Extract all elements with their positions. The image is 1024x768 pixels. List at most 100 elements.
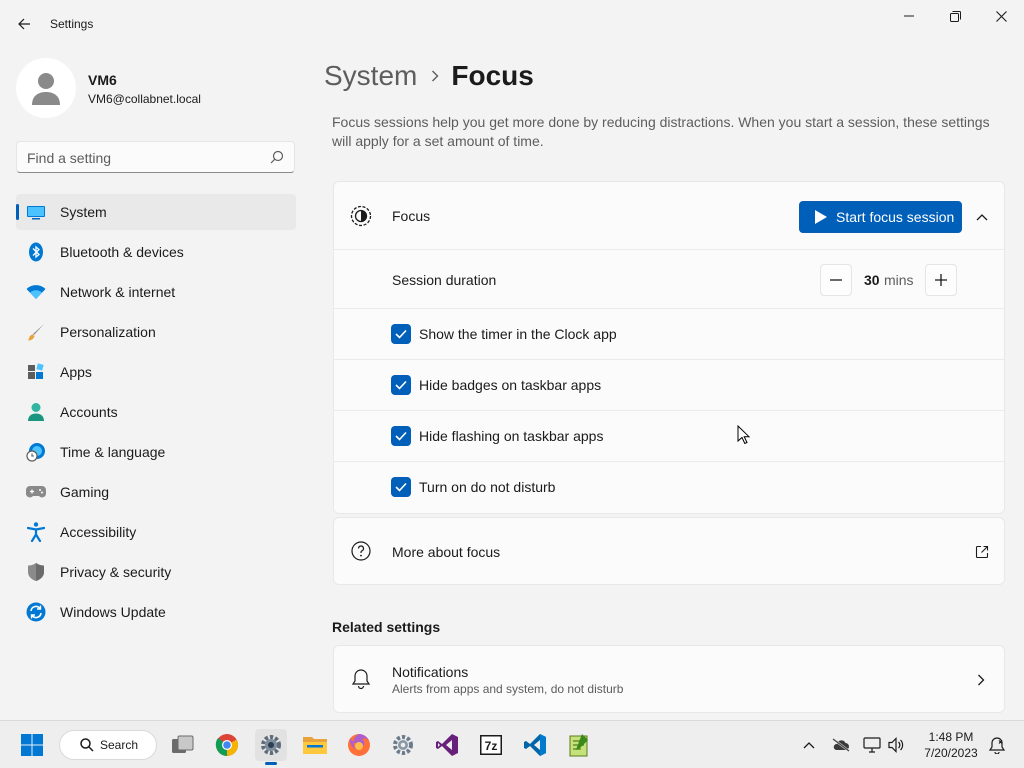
sidebar-item-label: Bluetooth & devices [60, 244, 184, 260]
show-timer-checkbox[interactable] [391, 324, 411, 344]
system-icon [26, 202, 46, 222]
sidebar-item-gaming[interactable]: Gaming [16, 474, 296, 510]
sidebar-item-windows-update[interactable]: Windows Update [16, 594, 296, 630]
user-icon [32, 73, 60, 105]
title-bar: Settings [0, 0, 1024, 48]
option-row-clock-timer: Show the timer in the Clock app [334, 309, 1004, 360]
back-arrow-icon [18, 18, 30, 30]
related-settings-heading: Related settings [332, 619, 441, 635]
file-explorer-button[interactable] [299, 729, 331, 761]
checkmark-icon [395, 329, 407, 339]
sidebar-item-accessibility[interactable]: Accessibility [16, 514, 296, 550]
minimize-button[interactable] [886, 0, 932, 32]
visual-studio-button[interactable] [431, 729, 463, 761]
sidebar-item-label: Apps [60, 364, 92, 380]
control-panel-button[interactable] [387, 729, 419, 761]
notifications-subtitle: Alerts from apps and system, do not dist… [392, 682, 624, 696]
sidebar-item-label: Accessibility [60, 524, 137, 540]
network-tray-button[interactable] [863, 736, 881, 754]
cloud-off-icon [832, 738, 850, 752]
mouse-cursor-icon [737, 425, 751, 445]
globe-clock-icon [26, 442, 46, 462]
sidebar-nav: System Bluetooth & devices Network & int… [16, 194, 296, 634]
session-duration-label: Session duration [392, 272, 497, 288]
notification-bell-off-icon [988, 737, 1006, 754]
taskbar-search[interactable]: Search [59, 730, 157, 760]
minimize-icon [904, 15, 914, 17]
sidebar-item-label: Time & language [60, 444, 166, 460]
play-icon [814, 209, 828, 225]
bell-icon [351, 669, 371, 690]
sidebar-item-personalization[interactable]: Personalization [16, 314, 296, 350]
settings-taskbar-button[interactable] [255, 729, 287, 765]
sidebar-item-apps[interactable]: Apps [16, 354, 296, 390]
windows-update-icon [26, 602, 46, 622]
task-view-button[interactable] [167, 729, 199, 761]
decrease-duration-button[interactable] [820, 264, 852, 296]
page-title: Focus [451, 60, 534, 91]
network-icon [863, 737, 881, 753]
search-icon [80, 738, 94, 752]
taskbar-clock[interactable]: 1:48 PM 7/20/2023 [915, 729, 987, 761]
collapse-button[interactable] [968, 206, 996, 228]
start-button[interactable] [16, 729, 48, 761]
chrome-icon [215, 734, 238, 756]
task-view-icon [172, 735, 194, 753]
search-box[interactable] [16, 141, 295, 173]
firefox-button[interactable] [343, 729, 375, 761]
firefox-icon [348, 734, 370, 756]
search-icon [270, 150, 284, 164]
7zip-button[interactable]: 7z [475, 729, 507, 761]
vscode-icon [524, 734, 546, 756]
search-input[interactable] [27, 148, 267, 168]
apps-icon [26, 362, 46, 382]
focus-icon [350, 205, 372, 227]
sidebar-item-system[interactable]: System [16, 194, 296, 230]
chrome-button[interactable] [211, 729, 243, 761]
do-not-disturb-label[interactable]: Turn on do not disturb [419, 479, 555, 495]
back-button[interactable] [8, 8, 40, 40]
chevron-up-icon [803, 742, 815, 749]
start-focus-session-button[interactable]: Start focus session [799, 201, 962, 233]
sidebar-item-time-language[interactable]: Time & language [16, 434, 296, 470]
checkmark-icon [395, 482, 407, 492]
option-row-do-not-disturb: Turn on do not disturb [334, 462, 1004, 513]
sidebar-item-bluetooth[interactable]: Bluetooth & devices [16, 234, 296, 270]
volume-tray-button[interactable] [887, 736, 905, 754]
vscode-button[interactable] [519, 729, 551, 761]
sidebar-item-label: Windows Update [60, 604, 166, 620]
duration-value: 30 [864, 272, 880, 288]
open-external-icon [975, 545, 989, 559]
focus-card: Focus Start focus session Session durati… [333, 181, 1005, 514]
sidebar-item-network[interactable]: Network & internet [16, 274, 296, 310]
notepad-plus-plus-button[interactable] [563, 729, 595, 761]
hide-flashing-label[interactable]: Hide flashing on taskbar apps [419, 428, 603, 444]
visual-studio-icon [436, 734, 458, 756]
hide-flashing-checkbox[interactable] [391, 426, 411, 446]
control-panel-icon [393, 735, 413, 755]
sidebar-item-privacy-security[interactable]: Privacy & security [16, 554, 296, 590]
option-row-hide-flashing: Hide flashing on taskbar apps [334, 411, 1004, 462]
breadcrumb-parent[interactable]: System [324, 60, 417, 92]
more-about-focus-link[interactable]: More about focus [333, 517, 1005, 585]
close-button[interactable] [978, 0, 1024, 32]
user-name: VM6 [88, 72, 117, 88]
start-icon [21, 734, 43, 756]
do-not-disturb-checkbox[interactable] [391, 477, 411, 497]
user-profile[interactable]: VM6 VM6@collabnet.local [16, 58, 296, 118]
hide-badges-label[interactable]: Hide badges on taskbar apps [419, 377, 601, 393]
maximize-button[interactable] [932, 0, 978, 32]
clock-date: 7/20/2023 [924, 746, 978, 760]
hide-badges-checkbox[interactable] [391, 375, 411, 395]
page-description: Focus sessions help you get more done by… [332, 114, 990, 149]
focus-header-row[interactable]: Focus Start focus session [334, 182, 1004, 250]
7zip-icon: 7z [480, 735, 502, 755]
increase-duration-button[interactable] [925, 264, 957, 296]
show-timer-label[interactable]: Show the timer in the Clock app [419, 326, 617, 342]
sidebar-item-accounts[interactable]: Accounts [16, 394, 296, 430]
show-hidden-icons-button[interactable] [800, 736, 818, 754]
notifications-link[interactable]: Notifications Alerts from apps and syste… [333, 645, 1005, 713]
chevron-right-icon [978, 674, 985, 686]
notification-center-button[interactable] [988, 736, 1006, 754]
onedrive-tray-button[interactable] [832, 736, 850, 754]
